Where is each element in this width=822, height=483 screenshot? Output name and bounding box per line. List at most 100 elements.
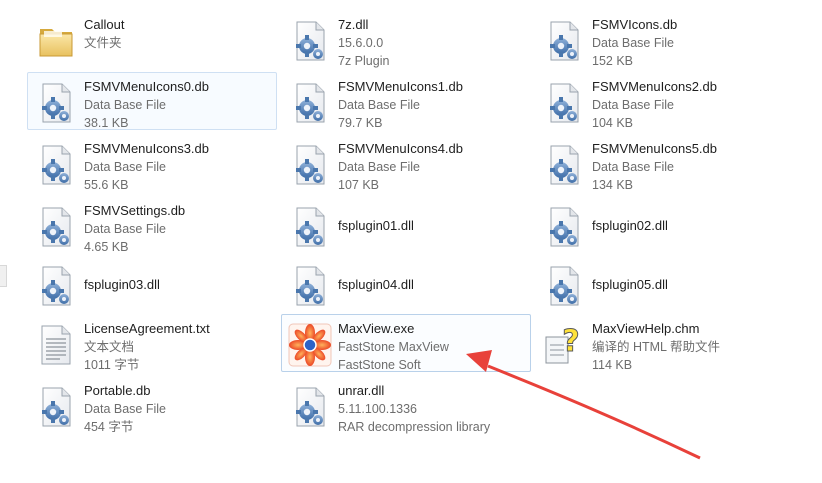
dll-gear-icon <box>288 385 332 429</box>
file-type: Data Base File <box>592 160 674 174</box>
file-size: 4.65 KB <box>84 240 129 254</box>
file-type: 文件夹 <box>84 36 122 50</box>
file-name: fsplugin04.dll <box>338 277 414 292</box>
file-type: Data Base File <box>84 160 166 174</box>
file-size: 107 KB <box>338 178 380 192</box>
file-details: LicenseAgreement.txt 文本文档 1011 字节 <box>84 320 274 374</box>
file-size: 7z Plugin <box>338 54 390 68</box>
file-size: 55.6 KB <box>84 178 129 192</box>
dll-gear-icon <box>288 264 332 308</box>
file-details: FSMVMenuIcons1.db Data Base File 79.7 KB <box>338 78 528 132</box>
file-type: 文本文档 <box>84 340 135 354</box>
file-item[interactable]: FSMVMenuIcons4.db Data Base File 107 KB <box>281 134 531 192</box>
file-item[interactable]: unrar.dll 5.11.100.1336 RAR decompression … <box>281 376 531 434</box>
file-item[interactable]: Portable.db Data Base File 454 字节 <box>27 376 277 434</box>
db-gear-icon <box>34 205 78 249</box>
file-type: Data Base File <box>338 98 420 112</box>
file-details: FSMVMenuIcons2.db Data Base File 104 KB <box>592 78 782 132</box>
file-size: 79.7 KB <box>338 116 383 130</box>
file-type: Data Base File <box>592 98 674 112</box>
file-type: FastStone MaxView <box>338 340 449 354</box>
file-size: 454 字节 <box>84 420 134 434</box>
file-name: MaxViewHelp.chm <box>592 321 700 336</box>
db-gear-icon <box>34 143 78 187</box>
text-document-icon <box>34 323 78 367</box>
dll-gear-icon <box>288 19 332 63</box>
file-item[interactable]: FSMVMenuIcons5.db Data Base File 134 KB <box>535 134 785 192</box>
file-item[interactable]: fsplugin04.dll <box>281 255 531 313</box>
file-type: 15.6.0.0 <box>338 36 384 50</box>
db-gear-icon <box>542 19 586 63</box>
db-gear-icon <box>288 81 332 125</box>
file-item[interactable]: FSMVMenuIcons0.db Data Base File 38.1 KB <box>27 72 277 130</box>
chm-help-icon: ? <box>542 323 586 367</box>
scroll-edge-handle[interactable] <box>0 265 7 287</box>
file-item[interactable]: FSMVMenuIcons1.db Data Base File 79.7 KB <box>281 72 531 130</box>
file-type: Data Base File <box>338 160 420 174</box>
file-name: fsplugin02.dll <box>592 218 668 233</box>
file-name: FSMVMenuIcons2.db <box>592 79 718 94</box>
folder-icon <box>34 19 78 63</box>
file-item[interactable]: ? MaxViewHelp.chm 编译的 HTML 帮助文件 114 KB <box>535 314 785 372</box>
file-name: fsplugin05.dll <box>592 277 668 292</box>
file-name: Portable.db <box>84 383 151 398</box>
file-name: FSMVMenuIcons4.db <box>338 141 464 156</box>
file-details: fsplugin04.dll <box>338 276 528 294</box>
dll-gear-icon <box>288 205 332 249</box>
file-name: FSMVIcons.db <box>592 17 678 32</box>
file-size: 38.1 KB <box>84 116 129 130</box>
file-details: FSMVMenuIcons0.db Data Base File 38.1 KB <box>84 78 274 132</box>
file-item[interactable]: fsplugin03.dll <box>27 255 277 313</box>
file-name: fsplugin01.dll <box>338 218 414 233</box>
file-name: 7z.dll <box>338 17 369 32</box>
file-details: FSMVMenuIcons5.db Data Base File 134 KB <box>592 140 782 194</box>
dll-gear-icon <box>542 205 586 249</box>
file-type: 编译的 HTML 帮助文件 <box>592 340 721 354</box>
db-gear-icon <box>34 81 78 125</box>
file-item[interactable]: FSMVMenuIcons2.db Data Base File 104 KB <box>535 72 785 130</box>
file-type: 5.11.100.1336 <box>338 402 418 416</box>
file-details: fsplugin01.dll <box>338 217 528 235</box>
file-name: FSMVMenuIcons5.db <box>592 141 718 156</box>
file-type: Data Base File <box>592 36 674 50</box>
file-details: fsplugin03.dll <box>84 276 274 294</box>
file-name: FSMVMenuIcons0.db <box>84 79 210 94</box>
file-details: MaxView.exe FastStone MaxView FastStone So… <box>338 320 528 374</box>
db-gear-icon <box>288 143 332 187</box>
file-size: FastStone Soft <box>338 358 421 372</box>
file-item[interactable]: 7z.dll 15.6.0.0 7z Plugin <box>281 10 531 68</box>
maxview-app-icon <box>288 323 332 367</box>
file-size: 104 KB <box>592 116 634 130</box>
file-item[interactable]: fsplugin01.dll <box>281 196 531 254</box>
file-type: Data Base File <box>84 98 166 112</box>
file-name: FSMVMenuIcons3.db <box>84 141 210 156</box>
dll-gear-icon <box>34 264 78 308</box>
file-item[interactable]: LicenseAgreement.txt 文本文档 1011 字节 <box>27 314 277 372</box>
file-type: Data Base File <box>84 222 166 236</box>
file-size: 152 KB <box>592 54 634 68</box>
file-details: FSMVIcons.db Data Base File 152 KB <box>592 16 782 70</box>
file-item[interactable]: FSMVIcons.db Data Base File 152 KB <box>535 10 785 68</box>
file-item[interactable]: Callout 文件夹 <box>27 10 277 68</box>
file-item[interactable]: fsplugin02.dll <box>535 196 785 254</box>
file-size: 1011 字节 <box>84 358 140 372</box>
file-details: FSMVMenuIcons3.db Data Base File 55.6 KB <box>84 140 274 194</box>
file-details: fsplugin02.dll <box>592 217 782 235</box>
file-name: fsplugin03.dll <box>84 277 160 292</box>
file-item[interactable]: FSMVMenuIcons3.db Data Base File 55.6 KB <box>27 134 277 192</box>
file-details: Callout 文件夹 <box>84 16 274 52</box>
file-size: RAR decompression library <box>338 420 491 434</box>
file-details: unrar.dll 5.11.100.1336 RAR decompression … <box>338 382 528 436</box>
file-details: MaxViewHelp.chm 编译的 HTML 帮助文件 114 KB <box>592 320 782 374</box>
file-size: 114 KB <box>592 358 633 372</box>
file-size: 134 KB <box>592 178 634 192</box>
db-gear-icon <box>34 385 78 429</box>
file-item[interactable]: fsplugin05.dll <box>535 255 785 313</box>
file-item[interactable]: FSMVSettings.db Data Base File 4.65 KB <box>27 196 277 254</box>
file-name: FSMVSettings.db <box>84 203 186 218</box>
db-gear-icon <box>542 143 586 187</box>
db-gear-icon <box>542 81 586 125</box>
file-name: unrar.dll <box>338 383 385 398</box>
file-item[interactable]: MaxView.exe FastStone MaxView FastStone So… <box>281 314 531 372</box>
file-details: FSMVSettings.db Data Base File 4.65 KB <box>84 202 274 256</box>
